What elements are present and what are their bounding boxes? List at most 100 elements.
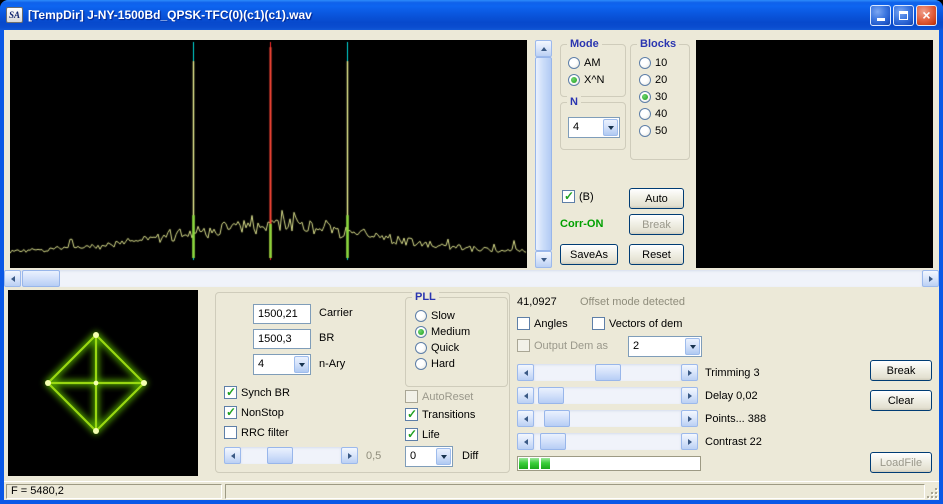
- radio-label: 20: [655, 74, 668, 86]
- radio-xn[interactable]: X^N: [568, 74, 604, 86]
- main-horizontal-scrollbar[interactable]: [4, 270, 939, 287]
- radio-pll-medium[interactable]: Medium: [415, 326, 470, 338]
- nary-label: n-Ary: [319, 358, 346, 370]
- scroll-left-button[interactable]: [517, 364, 534, 381]
- contrast-slider[interactable]: [517, 433, 698, 450]
- arrow-up-icon: [540, 46, 547, 51]
- scroll-left-button[interactable]: [517, 433, 534, 450]
- scrollbar-thumb[interactable]: [535, 57, 552, 251]
- loadfile-button[interactable]: LoadFile: [870, 452, 932, 473]
- scroll-right-button[interactable]: [681, 410, 698, 427]
- trimming-slider[interactable]: [517, 364, 698, 381]
- secondary-display[interactable]: [696, 40, 933, 268]
- transitions-checkbox[interactable]: Transitions: [405, 407, 475, 421]
- combo-value: 4: [258, 358, 265, 370]
- radio-blocks-40[interactable]: 40: [639, 108, 667, 120]
- checkbox-label: Output Dem as: [534, 339, 608, 352]
- rrc-filter-checkbox[interactable]: RRC filter: [224, 426, 289, 439]
- synch-br-checkbox[interactable]: Synch BR: [224, 385, 290, 399]
- spectrum-display[interactable]: [10, 40, 527, 268]
- checkbox-icon: [517, 317, 530, 330]
- angles-checkbox[interactable]: Angles: [517, 317, 568, 330]
- scroll-left-button[interactable]: [224, 447, 241, 464]
- slider-thumb[interactable]: [594, 364, 621, 381]
- chevron-down-icon[interactable]: [294, 356, 309, 373]
- resize-grip[interactable]: [925, 486, 938, 499]
- reset-button[interactable]: Reset: [629, 244, 684, 265]
- slider-track[interactable]: [534, 364, 681, 381]
- radio-blocks-30[interactable]: 30: [639, 91, 667, 103]
- constellation-display[interactable]: [8, 290, 198, 476]
- scrollbar-track[interactable]: [535, 57, 552, 251]
- points-slider[interactable]: [517, 410, 698, 427]
- radio-pll-quick[interactable]: Quick: [415, 342, 459, 354]
- minimize-button[interactable]: [870, 4, 891, 26]
- scroll-right-button[interactable]: [681, 387, 698, 404]
- offset-value: 41,0927: [517, 296, 557, 308]
- vectors-of-dem-checkbox[interactable]: Vectors of dem: [592, 317, 682, 330]
- clear-button[interactable]: Clear: [870, 390, 932, 411]
- slider-track[interactable]: [534, 387, 681, 404]
- close-button[interactable]: ×: [916, 4, 937, 26]
- checkbox-label: Vectors of dem: [609, 317, 683, 330]
- chevron-down-icon[interactable]: [436, 448, 451, 465]
- slider-thumb[interactable]: [537, 387, 564, 404]
- gain-slider[interactable]: [224, 447, 358, 464]
- scroll-left-button[interactable]: [517, 410, 534, 427]
- slider-track[interactable]: [534, 433, 681, 450]
- scroll-up-button[interactable]: [535, 40, 552, 57]
- scroll-left-button[interactable]: [517, 387, 534, 404]
- output-dem-combobox[interactable]: 2: [628, 336, 702, 357]
- checkbox-icon: [405, 390, 418, 403]
- checkbox-icon: [224, 426, 237, 439]
- break-button-top[interactable]: Break: [629, 214, 684, 235]
- life-checkbox[interactable]: Life: [405, 427, 440, 441]
- slider-thumb[interactable]: [543, 410, 570, 427]
- radio-blocks-20[interactable]: 20: [639, 74, 667, 86]
- b-checkbox[interactable]: (B): [562, 189, 594, 203]
- slider-track[interactable]: [241, 447, 341, 464]
- app-icon[interactable]: SA: [6, 7, 23, 23]
- triangle-icon: [607, 125, 614, 130]
- chevron-down-icon[interactable]: [685, 338, 700, 355]
- triangle-icon: [689, 344, 696, 349]
- radio-am[interactable]: AM: [568, 57, 601, 69]
- scroll-right-button[interactable]: [681, 433, 698, 450]
- nary-combobox[interactable]: 4: [253, 354, 311, 375]
- n-combobox[interactable]: 4: [568, 117, 620, 138]
- scrollbar-track[interactable]: [21, 270, 922, 287]
- radio-label: 30: [655, 91, 668, 103]
- scroll-left-button[interactable]: [4, 270, 21, 287]
- br-input[interactable]: 1500,3: [253, 329, 311, 349]
- carrier-input[interactable]: 1500,21: [253, 304, 311, 324]
- slider-track[interactable]: [534, 410, 681, 427]
- scroll-right-button[interactable]: [341, 447, 358, 464]
- title-bar[interactable]: SA [TempDir] J-NY-1500Bd_QPSK-TFC(0)(c1)…: [0, 0, 943, 30]
- trimming-label: Trimming 3: [705, 367, 760, 379]
- contrast-label: Contrast 22: [705, 436, 762, 448]
- radio-blocks-10[interactable]: 10: [639, 57, 667, 69]
- autoreset-checkbox[interactable]: AutoReset: [405, 390, 473, 403]
- chevron-down-icon[interactable]: [603, 119, 618, 136]
- scrollbar-thumb[interactable]: [22, 270, 60, 287]
- saveas-button[interactable]: SaveAs: [560, 244, 618, 265]
- radio-pll-hard[interactable]: Hard: [415, 358, 455, 370]
- scroll-right-button[interactable]: [681, 364, 698, 381]
- output-dem-checkbox[interactable]: Output Dem as: [517, 339, 608, 352]
- demodulator-group: 1500,21 Carrier 1500,3 BR 4 n-Ary Synch …: [215, 291, 510, 473]
- auto-button[interactable]: Auto: [629, 188, 684, 209]
- slider-thumb[interactable]: [540, 433, 567, 450]
- radio-label: 50: [655, 125, 668, 137]
- break-button[interactable]: Break: [870, 360, 932, 381]
- triangle-icon: [440, 454, 447, 459]
- diff-combobox[interactable]: 0: [405, 446, 453, 467]
- delay-slider[interactable]: [517, 387, 698, 404]
- radio-pll-slow[interactable]: Slow: [415, 310, 455, 322]
- maximize-button[interactable]: [893, 4, 914, 26]
- scroll-down-button[interactable]: [535, 251, 552, 268]
- spectrum-vertical-scrollbar[interactable]: [535, 40, 552, 268]
- radio-blocks-50[interactable]: 50: [639, 125, 667, 137]
- scroll-right-button[interactable]: [922, 270, 939, 287]
- nonstop-checkbox[interactable]: NonStop: [224, 405, 284, 419]
- slider-thumb[interactable]: [266, 447, 293, 464]
